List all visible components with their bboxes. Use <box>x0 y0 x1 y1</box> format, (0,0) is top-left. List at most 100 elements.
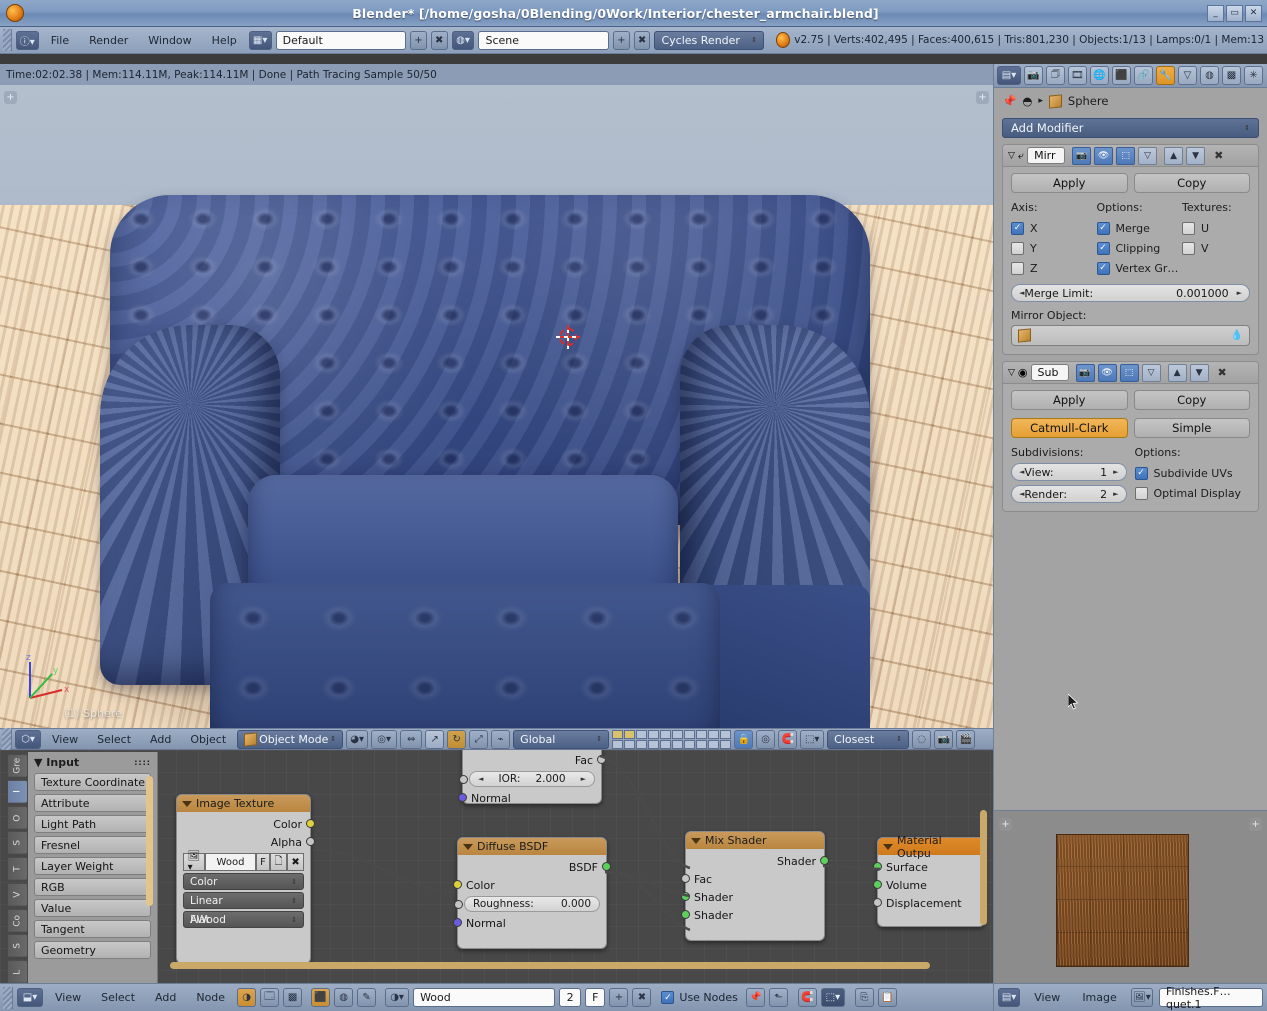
merge-checkbox[interactable]: ✓ <box>1097 222 1110 235</box>
input-socket-shader-1[interactable] <box>681 892 690 901</box>
layer-cell[interactable] <box>696 740 707 749</box>
increment-icon[interactable]: ► <box>581 775 586 783</box>
copy-button[interactable]: Copy <box>1134 390 1251 410</box>
axis-x-row[interactable]: ✓ X <box>1011 218 1097 238</box>
axis-z-row[interactable]: Z <box>1011 258 1097 278</box>
interaction-mode-select[interactable]: Object Mode ⇕ <box>237 730 343 749</box>
texture-v-checkbox[interactable] <box>1182 242 1195 255</box>
new-material-button[interactable]: + <box>609 988 628 1007</box>
scene-field[interactable]: Scene <box>478 31 608 50</box>
layer-cell[interactable] <box>636 730 647 739</box>
menu-window[interactable]: Window <box>140 31 199 50</box>
snap-magnet-icon[interactable]: 🧲 <box>798 988 817 1007</box>
node-editor-icon[interactable]: ⬓▾ <box>17 988 43 1007</box>
modifier-header[interactable]: ▽ ◉ Sub 📷 👁 ⬚ ▽ ▲ ▼ ✖ <box>1003 362 1258 384</box>
node-horizontal-scrollbar[interactable] <box>170 962 930 969</box>
add-node-fresnel[interactable]: Fresnel <box>34 836 151 854</box>
viewport-toggle-icon[interactable]: 👁 <box>1098 364 1117 382</box>
material-name-field[interactable]: Wood <box>413 988 555 1007</box>
add-node-value[interactable]: Value <box>34 899 151 917</box>
texture-nodes-tab-icon[interactable]: ▩ <box>283 988 302 1007</box>
scene-icon[interactable]: ◍▾ <box>452 31 475 50</box>
output-socket-color[interactable] <box>306 819 315 828</box>
node-input-volume[interactable]: Volume <box>878 876 984 894</box>
node-menu-add[interactable]: Add <box>147 988 184 1007</box>
input-socket-shader-2[interactable] <box>681 910 690 919</box>
object-shader-type-icon[interactable]: ⬛ <box>311 988 330 1007</box>
optimal-display-row[interactable]: Optimal Display <box>1135 483 1251 503</box>
input-socket-roughness[interactable] <box>454 900 463 909</box>
field-roughness[interactable]: Roughness: 0.000 <box>464 896 600 912</box>
add-node-layer-weight[interactable]: Layer Weight <box>34 857 151 875</box>
manipulator-extra-icon[interactable]: ⌁ <box>491 730 510 749</box>
move-up-button[interactable]: ▲ <box>1164 147 1183 165</box>
move-down-button[interactable]: ▼ <box>1186 147 1205 165</box>
node-header[interactable]: Image Texture <box>177 795 310 812</box>
layer-cell[interactable] <box>612 740 623 749</box>
texture-u-checkbox[interactable] <box>1182 222 1195 235</box>
node-header[interactable]: Mix Shader <box>686 832 824 849</box>
tab-scene[interactable]: 🎞 <box>1068 66 1087 85</box>
unlink-material-button[interactable]: ✖ <box>632 988 651 1007</box>
manipulator-translate-icon[interactable]: ↗ <box>425 730 444 749</box>
tab-modifiers[interactable]: 🔧 <box>1156 66 1175 85</box>
shader-nodes-tab-icon[interactable]: ◑ <box>237 988 256 1007</box>
node-output-shader[interactable]: Shader <box>686 852 824 870</box>
render-toggle-icon[interactable]: 📷 <box>1076 364 1095 382</box>
render-toggle-icon[interactable]: 📷 <box>1072 147 1091 165</box>
node-material-output[interactable]: Material Outpu Surface Volume Displaceme… <box>877 837 985 927</box>
tab-object-data[interactable]: ▽ <box>1178 66 1197 85</box>
screen-layout-field[interactable]: Default <box>276 31 406 50</box>
screen-layout-icon[interactable]: ▦▾ <box>249 31 272 50</box>
delete-scene-button[interactable]: ✖ <box>634 31 651 50</box>
node-diffuse-bsdf[interactable]: Diffuse BSDF BSDF Color Roughness: 0.000 <box>457 837 607 949</box>
toolshelf-panel-header[interactable]: ▼ Input :::: <box>28 752 157 773</box>
node-output-color[interactable]: Color <box>177 815 310 833</box>
node-input-displacement[interactable]: Displacement <box>878 894 984 912</box>
tab-particles[interactable]: ✳ <box>1244 66 1263 85</box>
layer-cell[interactable] <box>720 730 731 739</box>
node-header[interactable]: Diffuse BSDF <box>458 838 606 855</box>
tool-tab-texture[interactable]: T <box>8 857 28 881</box>
clipping-row[interactable]: ✓ Clipping <box>1097 238 1183 258</box>
unlink-image-icon[interactable]: ✖ <box>287 853 304 871</box>
edit-mode-toggle-icon[interactable]: ⬚ <box>1120 364 1139 382</box>
use-nodes-toggle[interactable]: ✓ Use Nodes <box>661 991 738 1004</box>
apply-button[interactable]: Apply <box>1011 390 1128 410</box>
merge-limit-field[interactable]: ◄ Merge Limit: 0.001000 ► <box>1011 284 1250 302</box>
delete-modifier-button[interactable]: ✖ <box>1218 366 1227 379</box>
header-grip[interactable] <box>3 29 12 51</box>
add-node-geometry[interactable]: Geometry <box>34 941 151 959</box>
tab-render[interactable]: 📷 <box>1024 66 1043 85</box>
color-space-select[interactable]: Color ⇕ <box>183 873 304 890</box>
layer-cell[interactable] <box>636 740 647 749</box>
add-node-tangent[interactable]: Tangent <box>34 920 151 938</box>
image-editor[interactable]: + + <box>993 810 1267 983</box>
layer-cell[interactable] <box>684 740 695 749</box>
move-down-button[interactable]: ▼ <box>1190 364 1209 382</box>
axis-x-checkbox[interactable]: ✓ <box>1011 222 1024 235</box>
apply-button[interactable]: Apply <box>1011 173 1128 193</box>
axis-z-checkbox[interactable] <box>1011 262 1024 275</box>
mirror-object-field[interactable]: 💧 <box>1011 325 1250 346</box>
vertex-group-row[interactable]: ✓ Vertex Gr… <box>1097 258 1183 278</box>
use-nodes-checkbox[interactable]: ✓ <box>661 991 674 1004</box>
layer-cell[interactable] <box>648 740 659 749</box>
interpolation-select[interactable]: Linear ⇕ <box>183 892 304 909</box>
image-name-field[interactable]: Finishes.F…quet.1 <box>1159 988 1263 1007</box>
node-output-row[interactable]: Fac <box>463 751 601 769</box>
view3d-header-grip[interactable] <box>2 728 12 750</box>
input-socket-volume[interactable] <box>873 880 882 889</box>
image-name-field[interactable]: Wood <box>205 853 256 871</box>
clipping-checkbox[interactable]: ✓ <box>1097 242 1110 255</box>
cage-toggle-icon[interactable]: ▽ <box>1138 147 1157 165</box>
add-modifier-button[interactable]: Add Modifier ⇕ <box>1002 118 1259 138</box>
node-input-shader-1[interactable]: Shader <box>686 888 824 906</box>
node-footer-grip[interactable] <box>3 987 13 1009</box>
layer-cell[interactable] <box>624 730 635 739</box>
output-socket-fac[interactable] <box>597 755 606 764</box>
image-datablock-row[interactable]: 🖼▾ Wood F 🗋 ✖ <box>183 853 304 871</box>
add-node-light-path[interactable]: Light Path <box>34 815 151 833</box>
toolshelf-scrollbar[interactable] <box>146 776 153 906</box>
material-browse-icon[interactable]: ◑▾ <box>385 988 409 1007</box>
